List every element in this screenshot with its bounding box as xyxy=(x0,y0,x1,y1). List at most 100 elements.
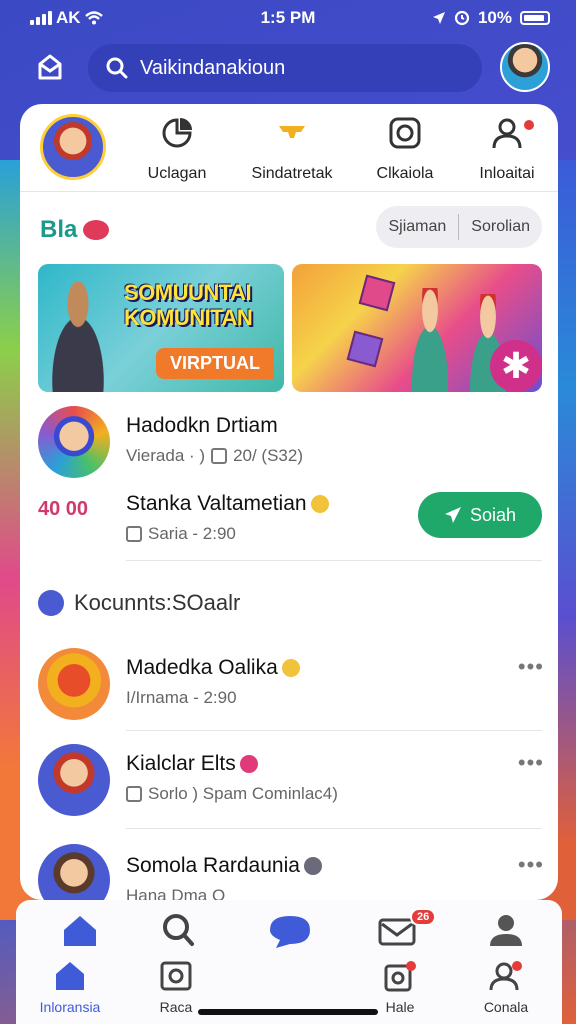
share-button-label: Soiah xyxy=(469,504,517,525)
list-meta: Sorlo ) Spam Cominlac4) xyxy=(126,784,338,804)
featured-title: Stanka Valtametian xyxy=(126,492,329,516)
banner-kids[interactable]: ✱ xyxy=(292,264,542,392)
community-icon xyxy=(38,590,64,616)
top-bar: Vaikindanakioun xyxy=(0,42,576,94)
banner-title-line1: SOMUUNTAI xyxy=(124,280,252,305)
list-avatar xyxy=(38,844,110,900)
section-title: Kocunnts:SOaalr xyxy=(38,590,240,616)
tab-label: Clkaiola xyxy=(376,165,434,182)
list-meta-text: Sorlo ) Spam Cominlac4) xyxy=(148,784,338,803)
brand-text: Bla xyxy=(40,216,78,243)
more-options-icon[interactable]: ••• xyxy=(518,852,544,878)
tab-inloaitai[interactable]: Inloaitai xyxy=(452,116,558,183)
kid-illustration xyxy=(400,288,460,392)
asterisk-badge[interactable]: ✱ xyxy=(490,340,542,392)
list-avatar xyxy=(38,744,110,816)
segment-right[interactable]: Sorolian xyxy=(459,218,542,236)
nav-label: Inloransia xyxy=(39,999,101,1015)
cube-decoration xyxy=(358,274,396,312)
list-title: Somola Rardaunia xyxy=(126,854,322,878)
search-icon xyxy=(106,57,128,79)
home-indicator xyxy=(198,1009,378,1015)
calendar-icon xyxy=(126,786,142,802)
banner-title-line2: KOMUNITAN xyxy=(124,305,253,331)
nav-item-home[interactable]: Inloransia xyxy=(20,960,120,1015)
list-title-text: Madedka Oalika xyxy=(126,656,278,679)
nav-item-raca[interactable]: Raca xyxy=(126,960,226,1015)
cube-decoration xyxy=(346,330,384,368)
photo-icon xyxy=(160,961,192,991)
inbox-button[interactable] xyxy=(34,52,66,84)
search-input[interactable]: Vaikindanakioun xyxy=(88,44,482,92)
mail-badge: 26 xyxy=(410,908,437,926)
list-title: Kialclar Elts xyxy=(126,752,258,776)
emoji-icon xyxy=(281,659,300,678)
tab-sindatretak[interactable]: Sindatretak xyxy=(228,116,356,183)
featured-meta-text: Saria - 2:90 xyxy=(148,524,236,543)
banner-title: SOMUUNTAI KOMUNITAN xyxy=(124,280,253,331)
numbers-art: 40 00 xyxy=(38,498,110,554)
tab-clkaiola[interactable]: Clkaiola xyxy=(350,116,460,183)
more-options-icon[interactable]: ••• xyxy=(518,654,544,680)
section-title-text: Kocunnts:SOaalr xyxy=(74,590,241,615)
nav-label: Conala xyxy=(483,999,529,1015)
more-options-icon[interactable]: ••• xyxy=(518,750,544,776)
nav-item-conala[interactable]: Conala xyxy=(456,960,556,1015)
brand-logo: Bla xyxy=(40,216,110,244)
nav-item-hale[interactable]: Hale xyxy=(350,960,450,1015)
chat-bubble-icon[interactable] xyxy=(260,910,320,950)
divider xyxy=(126,730,542,731)
featured-meta-text: 20/ (S32) xyxy=(233,446,303,465)
banner-pill: VIRPTUAL xyxy=(156,348,274,379)
banner-komunitas[interactable]: SOMUUNTAI KOMUNITAN VIRPTUAL xyxy=(38,264,284,392)
main-card: Uclagan Sindatretak Clkaiola Inloaitai B… xyxy=(20,104,558,900)
tab-label: Inloaitai xyxy=(479,165,535,182)
share-button[interactable]: Soiah xyxy=(418,492,542,538)
brand-blob-icon xyxy=(83,220,110,240)
search-query: Vaikindanakioun xyxy=(140,56,286,79)
profile-avatar[interactable] xyxy=(500,42,550,92)
home-icon[interactable] xyxy=(50,910,110,950)
home-icon xyxy=(56,962,84,990)
list-avatar xyxy=(38,648,110,720)
featured-meta: Saria - 2:90 xyxy=(126,524,236,544)
featured-title-text: Stanka Valtametian xyxy=(126,492,307,515)
divider xyxy=(126,828,542,829)
send-icon xyxy=(444,507,461,523)
tab-avatar[interactable] xyxy=(40,114,106,180)
person-icon[interactable] xyxy=(476,910,536,950)
tab-label: Uclagan xyxy=(147,165,207,182)
emoji-icon xyxy=(310,495,329,514)
featured-meta-text: Vierada · ) xyxy=(126,446,206,465)
segment-control: Sjiaman Sorolian xyxy=(376,206,542,248)
featured-title: Hadodkn Drtiam xyxy=(126,414,278,437)
search-icon[interactable] xyxy=(148,910,208,950)
calendar-icon xyxy=(211,448,228,464)
person-icon xyxy=(489,961,522,991)
bowl-icon xyxy=(279,126,305,138)
battery-icon xyxy=(520,11,550,25)
chart-pie-icon xyxy=(162,118,192,148)
numbers-text: 40 00 xyxy=(38,498,89,520)
location-arrow-icon xyxy=(432,12,445,24)
list-title-text: Somola Rardaunia xyxy=(126,854,300,877)
status-bar: AK 1:5 PM 10% xyxy=(0,0,576,34)
badge-icon xyxy=(239,755,258,774)
featured-meta: Vierada · ) 20/ (S32) xyxy=(126,446,303,466)
bottom-nav: 26 Inloransia Raca Hale Conala xyxy=(16,900,562,1024)
list-meta: Hana Dma O xyxy=(126,886,226,900)
person-icon xyxy=(492,118,522,149)
camera-icon xyxy=(389,117,421,149)
alarm-icon xyxy=(454,10,470,26)
singer-illustration xyxy=(38,282,118,392)
notification-dot xyxy=(522,118,536,132)
status-right: 10% xyxy=(432,8,550,28)
list-title: Madedka Oalika xyxy=(126,656,300,680)
tab-label: Sindatretak xyxy=(251,165,333,182)
featured-avatar xyxy=(38,406,110,478)
segment-left[interactable]: Sjiaman xyxy=(376,218,458,236)
inbox-icon xyxy=(38,54,62,80)
list-meta: I/Irnama - 2:90 xyxy=(126,688,237,707)
calendar-icon xyxy=(126,526,142,542)
tab-uclagan[interactable]: Uclagan xyxy=(122,116,232,183)
